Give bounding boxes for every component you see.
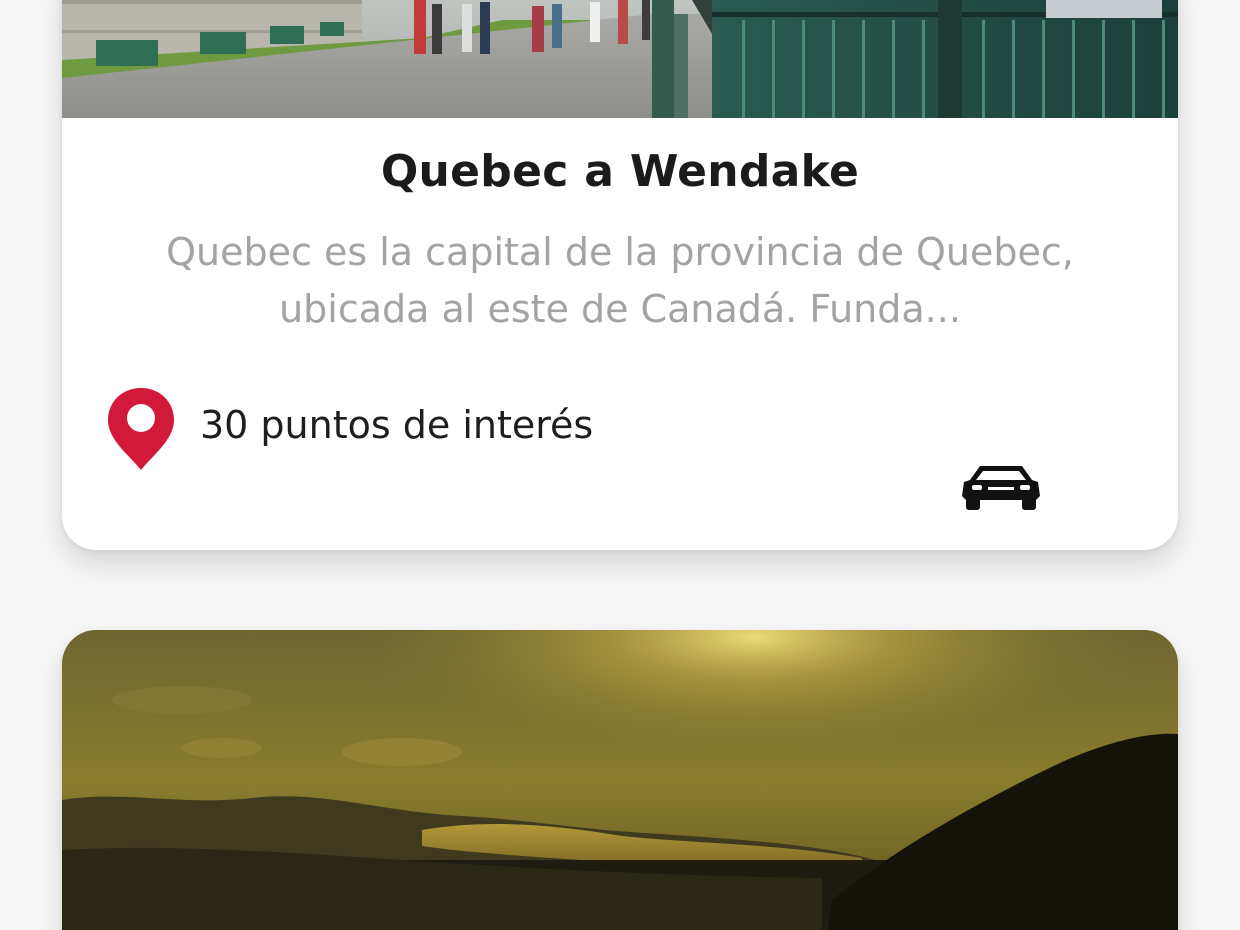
route-card[interactable] [62,630,1178,930]
card-description: Quebec es la capital de la provincia de … [166,230,1074,331]
quebec-promenade-photo [62,0,1178,118]
car-icon [962,466,1040,510]
points-of-interest-count: 30 puntos de interés [200,403,594,447]
points-of-interest: 30 puntos de interés [106,384,593,474]
card-title: Quebec a Wendake [380,146,860,197]
sunset-landscape-photo [62,630,1178,930]
route-card[interactable]: Quebec a Wendake Quebec es la capital de… [62,0,1178,550]
location-pin-icon [108,388,174,470]
route-list-screen: Quebec a Wendake Quebec es la capital de… [0,0,1240,930]
